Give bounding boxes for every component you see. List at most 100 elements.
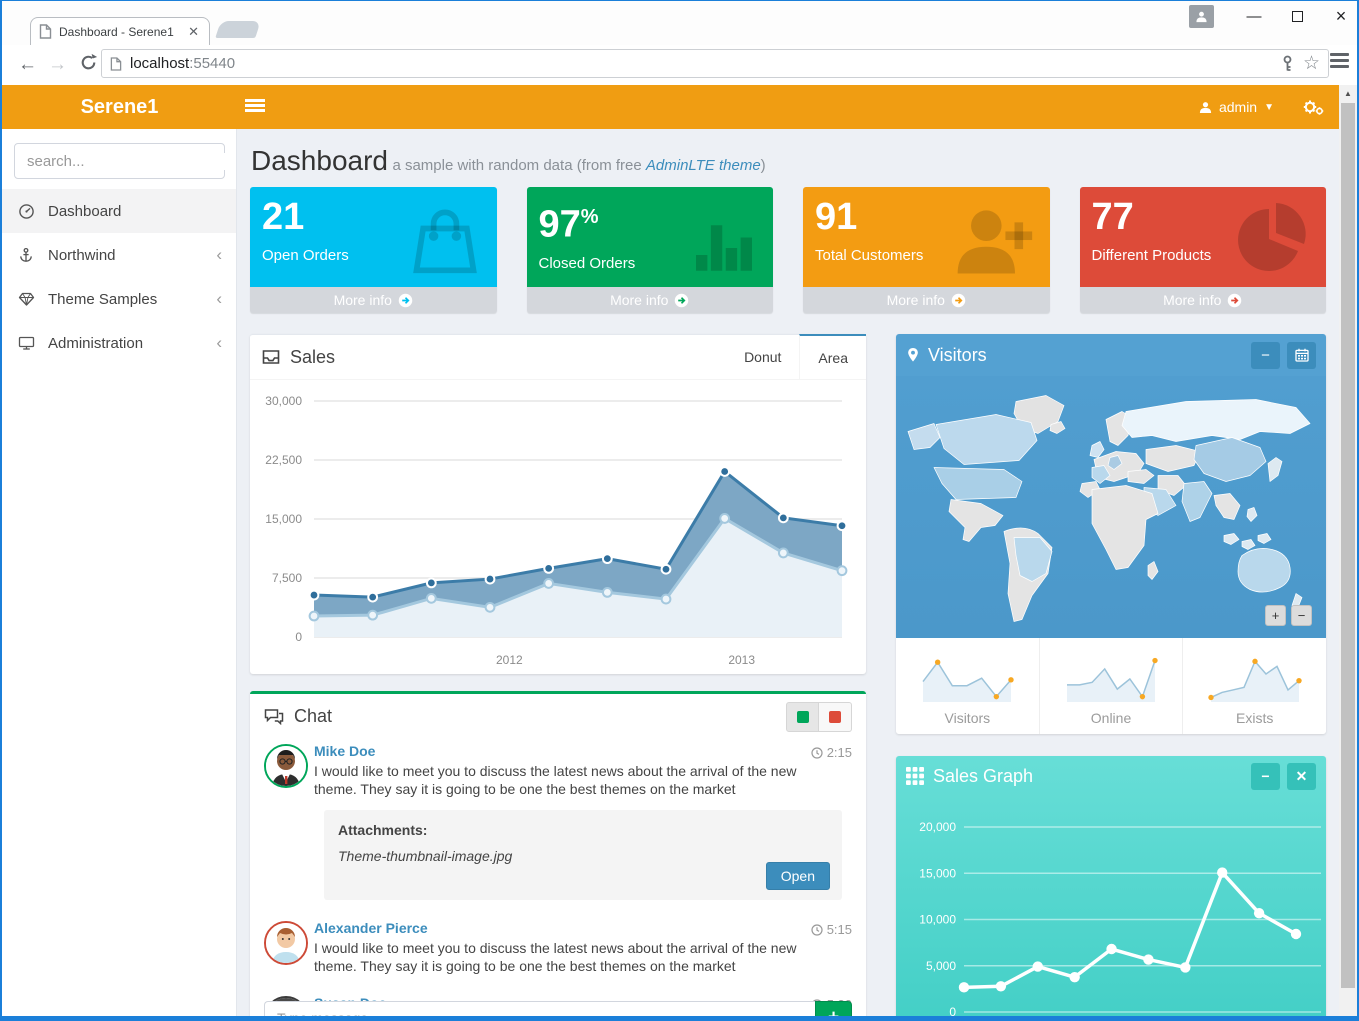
spark-spot bbox=[1296, 678, 1301, 683]
reload-button[interactable] bbox=[78, 52, 99, 73]
chart-point bbox=[779, 513, 788, 522]
green-square-icon bbox=[797, 711, 809, 723]
message-author[interactable]: Alexander Pierce bbox=[314, 920, 852, 936]
chart-point bbox=[544, 564, 553, 573]
url-host: localhost bbox=[130, 55, 189, 72]
chat-busy-button[interactable] bbox=[819, 702, 852, 732]
open-attachment-button[interactable]: Open bbox=[766, 862, 830, 890]
chat-status-toggle bbox=[786, 702, 852, 732]
message-text: I would like to meet you to discuss the … bbox=[314, 939, 839, 975]
browser-tab[interactable]: Dashboard - Serene1 ✕ bbox=[30, 17, 210, 45]
browser-profile-button[interactable] bbox=[1189, 5, 1214, 28]
scroll-up-arrow[interactable]: ▲ bbox=[1339, 85, 1357, 101]
user-plus-icon bbox=[950, 201, 1036, 281]
send-message-button[interactable]: + bbox=[815, 1001, 852, 1016]
page-subtitle: a sample with random data (from free bbox=[392, 157, 645, 174]
url-bar[interactable]: localhost:55440 ☆ bbox=[101, 49, 1329, 78]
tab-area[interactable]: Area bbox=[799, 334, 866, 380]
person-icon bbox=[1195, 10, 1208, 23]
page-icon bbox=[39, 24, 52, 39]
map-zoom-out-button[interactable]: − bbox=[1291, 605, 1312, 626]
sparkline-label: Visitors bbox=[945, 710, 991, 726]
adminlte-theme-link[interactable]: AdminLTE theme bbox=[646, 157, 761, 174]
sidebar-item-theme-samples[interactable]: Theme Samples ‹ bbox=[2, 277, 236, 321]
svg-text:30,000: 30,000 bbox=[265, 394, 302, 408]
sidebar-toggle-icon[interactable] bbox=[245, 99, 265, 114]
back-button[interactable]: ← bbox=[18, 52, 37, 78]
chat-message-input[interactable] bbox=[264, 1001, 815, 1016]
sidebar-search[interactable] bbox=[14, 143, 225, 179]
bookmark-star-icon[interactable]: ☆ bbox=[1303, 52, 1320, 75]
key-icon[interactable] bbox=[1280, 55, 1295, 72]
visitors-sparklines: Visitors Online Exists bbox=[896, 638, 1326, 734]
new-tab-button[interactable] bbox=[215, 21, 261, 38]
chart-point bbox=[1254, 908, 1264, 918]
collapse-panel-button[interactable]: − bbox=[1251, 763, 1280, 790]
more-info-label: More info bbox=[1163, 292, 1221, 308]
chat-panel-title: Chat bbox=[294, 706, 332, 727]
svg-text:5,000: 5,000 bbox=[926, 959, 956, 973]
sidebar-item-northwind[interactable]: Northwind ‹ bbox=[2, 233, 236, 277]
svg-text:10,000: 10,000 bbox=[919, 913, 956, 927]
sidebar: Dashboard Northwind ‹ bbox=[2, 129, 237, 1016]
main-content: Dashboard a sample with random data (fro… bbox=[237, 129, 1340, 1016]
chat-online-button[interactable] bbox=[786, 702, 819, 732]
url-port: :55440 bbox=[189, 55, 235, 72]
svg-text:20,000: 20,000 bbox=[919, 820, 956, 834]
chat-panel: Chat bbox=[250, 691, 866, 1016]
sales-graph-chart: 20,00015,00010,0005,0000 bbox=[896, 796, 1326, 1016]
more-info-link[interactable]: More info bbox=[250, 287, 497, 313]
svg-text:0: 0 bbox=[295, 630, 302, 644]
scrollbar-thumb[interactable] bbox=[1341, 103, 1355, 988]
spark-spot bbox=[1208, 695, 1213, 700]
tab-close-icon[interactable]: ✕ bbox=[186, 24, 201, 40]
more-info-link[interactable]: More info bbox=[527, 287, 774, 313]
sidebar-item-dashboard[interactable]: Dashboard bbox=[2, 189, 236, 233]
chart-point bbox=[310, 612, 319, 621]
settings-gears-icon[interactable] bbox=[1302, 98, 1324, 116]
collapse-panel-button[interactable]: − bbox=[1251, 342, 1280, 369]
maximize-button[interactable] bbox=[1292, 11, 1303, 22]
sales-graph-title: Sales Graph bbox=[933, 766, 1033, 787]
chat-message: Alexander Pierce 5:15 I would like to me… bbox=[250, 916, 866, 985]
svg-text:15,000: 15,000 bbox=[919, 866, 956, 880]
diamond-icon bbox=[16, 291, 36, 307]
arrow-circle-right-icon bbox=[951, 293, 966, 308]
svg-text:2013: 2013 bbox=[728, 653, 755, 667]
message-time: 5:15 bbox=[811, 922, 852, 937]
minimize-button[interactable]: — bbox=[1246, 8, 1262, 25]
sales-panel: Sales Donut Area 30,00022,50015,0007,500… bbox=[250, 334, 866, 674]
visitors-panel-title: Visitors bbox=[928, 345, 987, 366]
sidebar-item-administration[interactable]: Administration ‹ bbox=[2, 321, 236, 365]
svg-text:15,000: 15,000 bbox=[265, 512, 302, 526]
browser-menu-button[interactable] bbox=[1330, 53, 1349, 71]
info-box-open-orders: 21 Open Orders More info bbox=[250, 187, 497, 313]
chevron-left-icon: ‹ bbox=[216, 245, 222, 265]
comments-icon bbox=[264, 708, 284, 725]
calendar-button[interactable] bbox=[1287, 342, 1316, 369]
info-box-different-products: 77 Different Products More info bbox=[1080, 187, 1327, 313]
more-info-label: More info bbox=[887, 292, 945, 308]
chart-point bbox=[779, 549, 788, 558]
close-panel-button[interactable]: ✕ bbox=[1287, 763, 1316, 790]
close-button[interactable]: × bbox=[1333, 6, 1349, 27]
page-scrollbar[interactable]: ▲ bbox=[1339, 85, 1357, 1016]
chart-point bbox=[1143, 954, 1153, 964]
chart-point bbox=[427, 578, 436, 587]
chart-point bbox=[368, 611, 377, 620]
world-map[interactable]: + − bbox=[896, 376, 1326, 638]
map-zoom-in-button[interactable]: + bbox=[1265, 605, 1286, 626]
search-input[interactable] bbox=[27, 153, 226, 170]
more-info-link[interactable]: More info bbox=[1080, 287, 1327, 313]
user-menu[interactable]: admin ▼ bbox=[1199, 99, 1274, 115]
more-info-link[interactable]: More info bbox=[803, 287, 1050, 313]
message-author[interactable]: Mike Doe bbox=[314, 743, 852, 759]
more-info-label: More info bbox=[610, 292, 668, 308]
info-box-total-customers: 91 Total Customers More info bbox=[803, 187, 1050, 313]
avatar bbox=[264, 921, 308, 965]
person-icon bbox=[1199, 100, 1212, 114]
sidebar-item-label: Administration bbox=[48, 335, 204, 352]
forward-button[interactable]: → bbox=[48, 52, 67, 78]
brand-logo[interactable]: Serene1 bbox=[2, 85, 237, 129]
tab-donut[interactable]: Donut bbox=[726, 335, 799, 380]
